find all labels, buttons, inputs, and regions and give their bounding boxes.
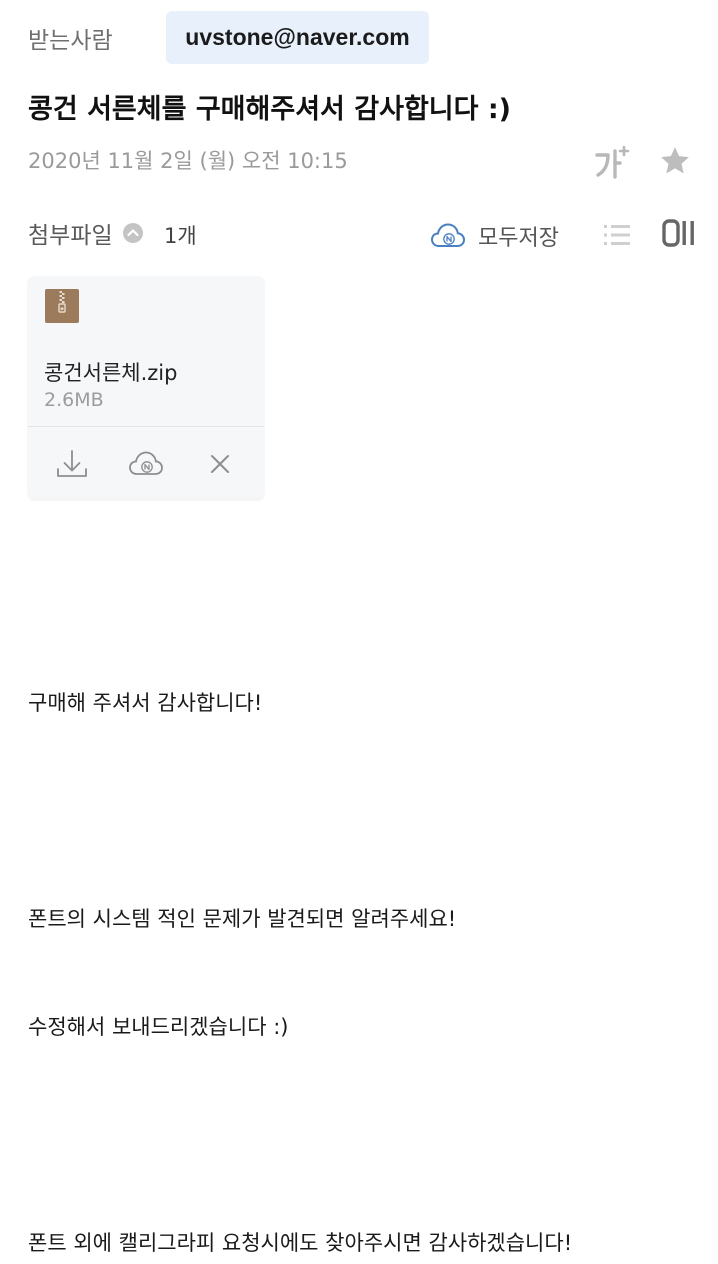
mail-date: 2020년 11월 2일 (월) 오전 10:15 [28,149,348,173]
star-icon [661,147,689,174]
favorite-star-button[interactable] [654,140,696,182]
font-size-plus-icon [595,145,630,179]
font-size-button[interactable] [592,142,632,182]
attachment-count: 1개 [164,224,197,248]
zip-file-icon [45,289,79,323]
attachment-card[interactable]: 콩건서른체.zip 2.6MB [28,276,264,499]
chevron-up-icon [123,223,143,243]
download-button[interactable] [52,444,92,484]
naver-cloud-icon [430,223,466,247]
download-icon [57,450,87,477]
attachment-label: 첨부파일 [28,223,113,249]
card-view-icon [662,219,694,247]
save-all-label: 모두저장 [478,226,559,251]
remove-attachment-button[interactable] [200,444,240,484]
cloud-save-icon [129,451,163,475]
list-view-button[interactable] [600,218,634,252]
mail-subject: 콩건 서른체를 구매해주셔서 감사합니다 :) [28,94,512,125]
attachment-file-name: 콩건서른체.zip [44,361,178,385]
body-line: 폰트 외에 캘리그라피 요청시에도 찾아주시면 감사하겠습니다! [28,1231,573,1255]
save-all-button[interactable]: 모두저장 [430,216,559,256]
recipient-chip[interactable]: uvstone@naver.com [166,11,429,64]
body-line: 폰트의 시스템 적인 문제가 발견되면 알려주세요! [28,907,457,931]
list-view-icon [604,225,630,245]
body-line: 구매해 주셔서 감사합니다! [28,691,263,715]
recipient-label: 받는사람 [28,28,113,54]
close-icon [211,455,229,473]
save-to-cloud-button[interactable] [126,444,166,484]
attachment-collapse-toggle[interactable] [122,222,144,244]
card-view-button[interactable] [660,216,698,252]
body-line: 수정해서 보내드리겠습니다 :) [28,1015,289,1039]
card-divider [28,426,264,427]
recipient-email: uvstone@naver.com [185,24,410,50]
attachment-file-size: 2.6MB [44,389,104,411]
